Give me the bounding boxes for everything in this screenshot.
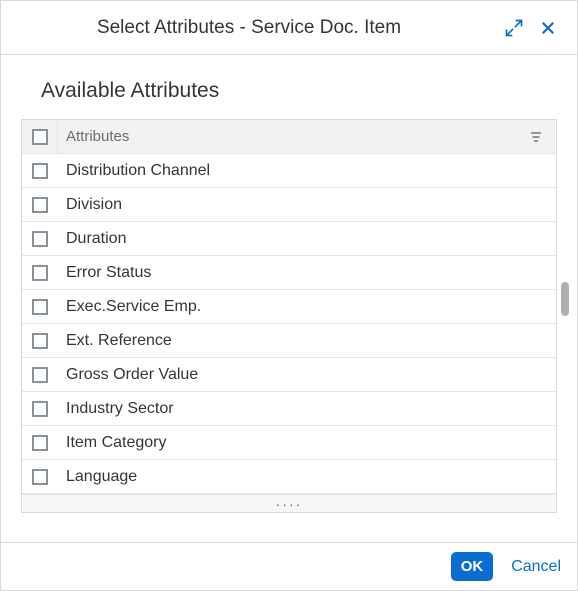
ok-button[interactable]: OK bbox=[451, 552, 494, 581]
row-label: Language bbox=[58, 468, 556, 486]
select-all-cell bbox=[22, 120, 58, 153]
table-row[interactable]: Gross Order Value bbox=[22, 358, 556, 392]
row-label: Item Category bbox=[58, 434, 556, 452]
row-label: Exec.Service Emp. bbox=[58, 298, 556, 316]
row-checkbox[interactable] bbox=[32, 265, 48, 281]
row-label: Distribution Channel bbox=[58, 162, 556, 180]
row-label: Error Status bbox=[58, 264, 556, 282]
row-checkbox[interactable] bbox=[32, 163, 48, 179]
row-checkbox[interactable] bbox=[32, 401, 48, 417]
row-checkbox[interactable] bbox=[32, 469, 48, 485]
expand-button[interactable] bbox=[497, 11, 531, 45]
table-row[interactable]: Item Category bbox=[22, 426, 556, 460]
row-label: Gross Order Value bbox=[58, 366, 556, 384]
row-label: Division bbox=[58, 196, 556, 214]
table-header: Attributes bbox=[22, 120, 556, 154]
attributes-table: Attributes Distribution Channel Divis bbox=[21, 119, 557, 513]
table-row[interactable]: Duration bbox=[22, 222, 556, 256]
select-all-checkbox[interactable] bbox=[32, 129, 48, 145]
dialog-content: Available Attributes Attributes bbox=[1, 55, 577, 542]
table-body[interactable]: Distribution Channel Division Duration E… bbox=[22, 154, 556, 494]
table-row[interactable]: Language bbox=[22, 460, 556, 494]
row-checkbox[interactable] bbox=[32, 197, 48, 213]
close-icon bbox=[539, 19, 557, 37]
sort-icon bbox=[529, 131, 543, 143]
scrollbar-thumb[interactable] bbox=[561, 282, 569, 316]
dialog-footer: OK Cancel bbox=[1, 542, 577, 590]
row-checkbox[interactable] bbox=[32, 367, 48, 383]
close-button[interactable] bbox=[531, 11, 565, 45]
dialog-titlebar: Select Attributes - Service Doc. Item bbox=[1, 1, 577, 55]
table-row[interactable]: Ext. Reference bbox=[22, 324, 556, 358]
dialog-title: Select Attributes - Service Doc. Item bbox=[1, 17, 497, 39]
section-title: Available Attributes bbox=[41, 79, 557, 103]
row-checkbox[interactable] bbox=[32, 231, 48, 247]
row-label: Ext. Reference bbox=[58, 332, 556, 350]
select-attributes-dialog: Select Attributes - Service Doc. Item Av… bbox=[0, 0, 578, 591]
row-checkbox[interactable] bbox=[32, 435, 48, 451]
row-checkbox[interactable] bbox=[32, 299, 48, 315]
sort-button[interactable] bbox=[516, 120, 556, 153]
expand-icon bbox=[504, 18, 524, 38]
table-row[interactable]: Error Status bbox=[22, 256, 556, 290]
table-row[interactable]: Industry Sector bbox=[22, 392, 556, 426]
table-row[interactable]: Distribution Channel bbox=[22, 154, 556, 188]
row-checkbox[interactable] bbox=[32, 333, 48, 349]
row-label: Industry Sector bbox=[58, 400, 556, 418]
column-header-attributes[interactable]: Attributes bbox=[58, 128, 516, 145]
more-indicator[interactable]: ···· bbox=[22, 494, 556, 512]
table-row[interactable]: Exec.Service Emp. bbox=[22, 290, 556, 324]
cancel-button[interactable]: Cancel bbox=[511, 558, 561, 576]
table-row[interactable]: Division bbox=[22, 188, 556, 222]
row-label: Duration bbox=[58, 230, 556, 248]
